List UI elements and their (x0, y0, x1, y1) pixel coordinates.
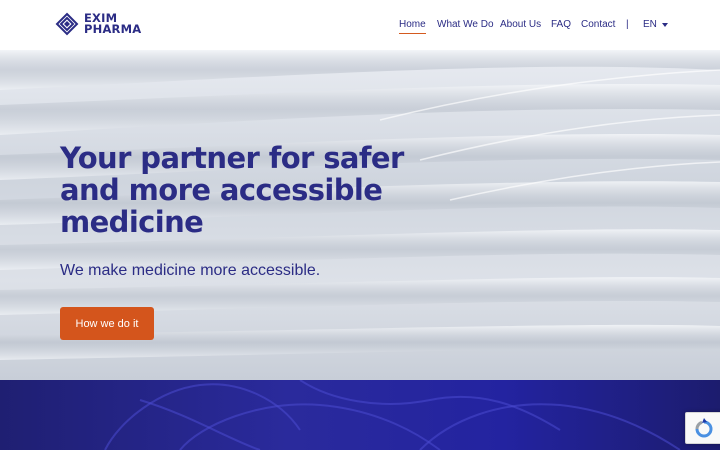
nav-separator: | (626, 19, 629, 30)
recaptcha-icon (695, 418, 713, 438)
hero-section: Your partner for safer and more accessib… (0, 50, 720, 380)
nav-item-what-we-do[interactable]: What We Do (437, 18, 494, 31)
nav-item-contact[interactable]: Contact (581, 18, 615, 31)
main-nav: Home What We Do About Us FAQ Contact | E… (0, 18, 720, 34)
site-header: EXIM PHARMA Home What We Do About Us FAQ… (0, 0, 720, 50)
chevron-down-icon (661, 22, 668, 27)
hero-title: Your partner for safer and more accessib… (60, 141, 404, 239)
abstract-background-image (104, 380, 681, 450)
next-section-band (0, 380, 720, 450)
nav-item-faq[interactable]: FAQ (551, 18, 571, 31)
language-selector[interactable]: EN (643, 18, 668, 31)
hero-subtitle: We make medicine more accessible. (60, 262, 321, 279)
nav-item-home[interactable]: Home (399, 18, 426, 34)
how-we-do-it-button[interactable]: How we do it (60, 307, 154, 340)
language-label: EN (643, 19, 657, 30)
nav-item-about-us[interactable]: About Us (500, 18, 541, 31)
recaptcha-badge[interactable] (685, 412, 720, 444)
